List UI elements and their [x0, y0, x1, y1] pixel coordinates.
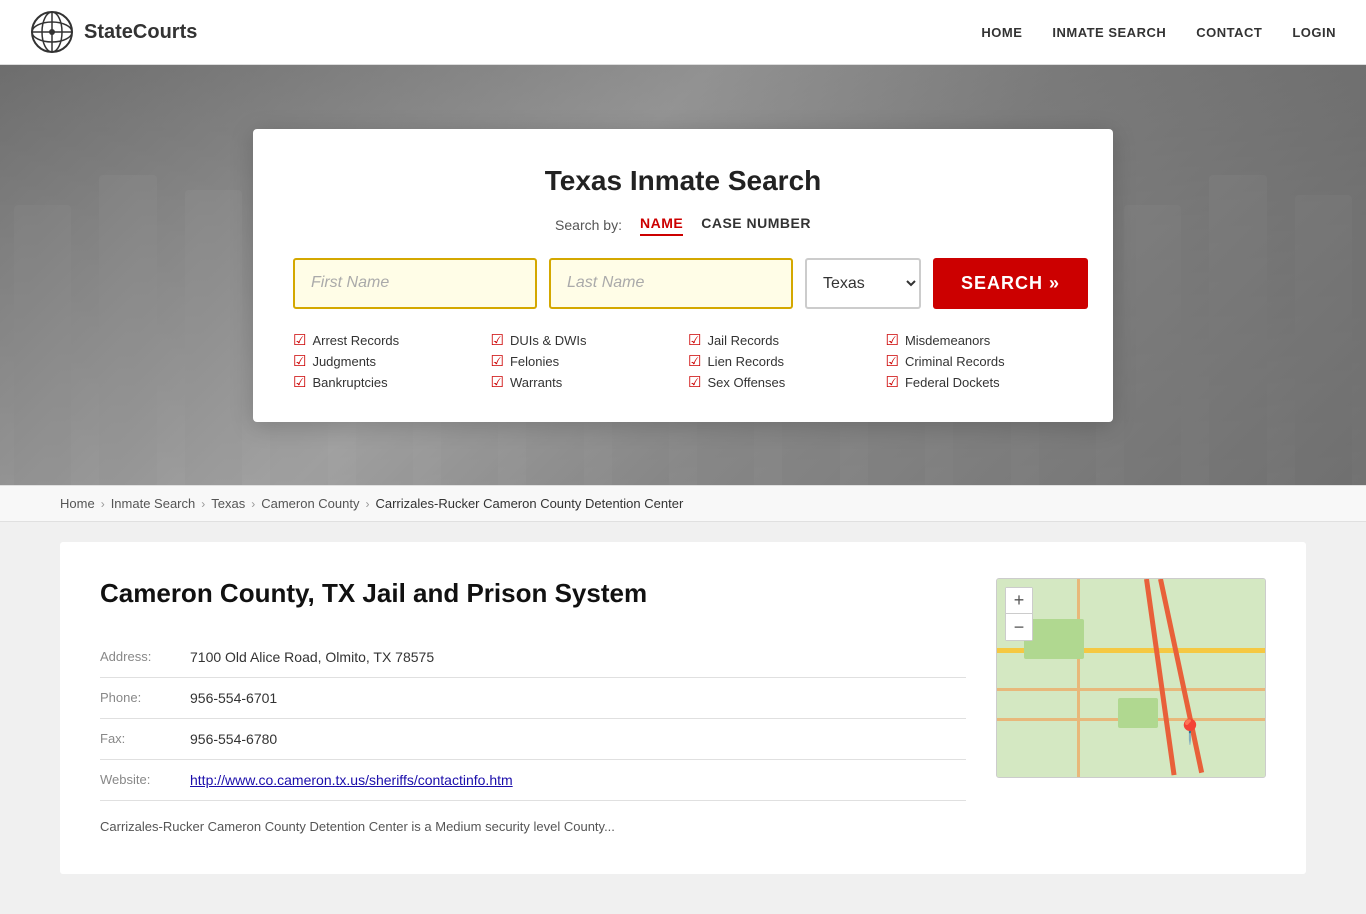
main-content: Cameron County, TX Jail and Prison Syste…	[0, 542, 1366, 914]
breadcrumb: Home › Inmate Search › Texas › Cameron C…	[0, 485, 1366, 522]
logo-area: StateCourts	[30, 10, 197, 54]
website-value: http://www.co.cameron.tx.us/sheriffs/con…	[190, 760, 966, 801]
checkmark-icon: ☑	[688, 333, 701, 348]
checkmark-icon: ☑	[886, 333, 899, 348]
checkmark-icon: ☑	[491, 375, 504, 390]
check-label: Criminal Records	[905, 354, 1005, 369]
checkmark-icon: ☑	[293, 354, 306, 369]
check-label: Felonies	[510, 354, 559, 369]
checkmark-icon: ☑	[491, 354, 504, 369]
breadcrumb-texas[interactable]: Texas	[211, 496, 245, 511]
facility-description: Carrizales-Rucker Cameron County Detenti…	[100, 817, 966, 838]
breadcrumb-sep-3: ›	[251, 497, 255, 511]
check-item: ☑ Sex Offenses	[688, 375, 876, 390]
check-item: ☑ Criminal Records	[886, 354, 1074, 369]
checkmark-icon: ☑	[688, 375, 701, 390]
site-logo-text: StateCourts	[84, 21, 197, 44]
check-item: ☑ Lien Records	[688, 354, 876, 369]
website-row: Website: http://www.co.cameron.tx.us/she…	[100, 760, 966, 801]
phone-row: Phone: 956-554-6701	[100, 678, 966, 719]
tab-name[interactable]: NAME	[640, 215, 683, 236]
check-label: Jail Records	[707, 333, 779, 348]
address-label: Address:	[100, 637, 190, 678]
check-item: ☑ Misdemeanors	[886, 333, 1074, 348]
fax-label: Fax:	[100, 719, 190, 760]
phone-label: Phone:	[100, 678, 190, 719]
check-item: ☑ Federal Dockets	[886, 375, 1074, 390]
checkmark-icon: ☑	[688, 354, 701, 369]
check-label: Judgments	[312, 354, 376, 369]
state-select[interactable]: Texas Alabama Alaska Arizona Arkansas Ca…	[805, 258, 921, 309]
breadcrumb-sep-2: ›	[201, 497, 205, 511]
check-label: Misdemeanors	[905, 333, 990, 348]
address-row: Address: 7100 Old Alice Road, Olmito, TX…	[100, 637, 966, 678]
checks-grid: ☑ Arrest Records ☑ DUIs & DWIs ☑ Jail Records…	[293, 333, 1073, 390]
map-pin: 📍	[1175, 718, 1205, 747]
logo-icon	[30, 10, 74, 54]
fax-value: 956-554-6780	[190, 719, 966, 760]
check-label: Bankruptcies	[312, 375, 387, 390]
checkmark-icon: ☑	[293, 375, 306, 390]
checkmark-icon: ☑	[886, 354, 899, 369]
map-controls: + −	[1005, 587, 1033, 641]
checkmark-icon: ☑	[293, 333, 306, 348]
check-item: ☑ Jail Records	[688, 333, 876, 348]
nav-contact[interactable]: CONTACT	[1196, 25, 1262, 40]
map-container: + − 📍	[996, 578, 1266, 778]
check-item: ☑ Bankruptcies	[293, 375, 481, 390]
check-item: ☑ DUIs & DWIs	[491, 333, 679, 348]
breadcrumb-home[interactable]: Home	[60, 496, 95, 511]
content-card: Cameron County, TX Jail and Prison Syste…	[60, 542, 1306, 874]
search-inputs-row: Texas Alabama Alaska Arizona Arkansas Ca…	[293, 258, 1073, 309]
search-modal: Texas Inmate Search Search by: NAME CASE…	[253, 129, 1113, 422]
search-button[interactable]: SEARCH »	[933, 258, 1088, 309]
breadcrumb-sep-1: ›	[101, 497, 105, 511]
check-label: Lien Records	[707, 354, 784, 369]
hero-section: COURTHOUSE Texas Inmate Search Search by…	[0, 65, 1366, 485]
content-right: + − 📍	[996, 578, 1266, 838]
main-nav: HOME INMATE SEARCH CONTACT LOGIN	[981, 25, 1336, 40]
check-label: DUIs & DWIs	[510, 333, 587, 348]
search-title: Texas Inmate Search	[293, 165, 1073, 197]
website-label: Website:	[100, 760, 190, 801]
fax-row: Fax: 956-554-6780	[100, 719, 966, 760]
nav-login[interactable]: LOGIN	[1292, 25, 1336, 40]
check-label: Sex Offenses	[707, 375, 785, 390]
check-item: ☑ Judgments	[293, 354, 481, 369]
breadcrumb-inmate-search[interactable]: Inmate Search	[111, 496, 196, 511]
address-value: 7100 Old Alice Road, Olmito, TX 78575	[190, 637, 966, 678]
nav-home[interactable]: HOME	[981, 25, 1022, 40]
check-item: ☑ Warrants	[491, 375, 679, 390]
checkmark-icon: ☑	[491, 333, 504, 348]
search-by-row: Search by: NAME CASE NUMBER	[293, 215, 1073, 236]
checkmark-icon: ☑	[886, 375, 899, 390]
breadcrumb-current: Carrizales-Rucker Cameron County Detenti…	[375, 496, 683, 511]
info-table: Address: 7100 Old Alice Road, Olmito, TX…	[100, 637, 966, 801]
map-zoom-in[interactable]: +	[1006, 588, 1032, 614]
check-label: Arrest Records	[312, 333, 399, 348]
content-left: Cameron County, TX Jail and Prison Syste…	[100, 578, 966, 838]
map-zoom-out[interactable]: −	[1006, 614, 1032, 640]
tab-case-number[interactable]: CASE NUMBER	[701, 215, 811, 236]
breadcrumb-sep-4: ›	[365, 497, 369, 511]
nav-inmate-search[interactable]: INMATE SEARCH	[1052, 25, 1166, 40]
first-name-input[interactable]	[293, 258, 537, 309]
search-by-label: Search by:	[555, 217, 622, 233]
check-label: Warrants	[510, 375, 562, 390]
check-item: ☑ Felonies	[491, 354, 679, 369]
website-link[interactable]: http://www.co.cameron.tx.us/sheriffs/con…	[190, 772, 513, 788]
facility-title: Cameron County, TX Jail and Prison Syste…	[100, 578, 966, 609]
phone-value: 956-554-6701	[190, 678, 966, 719]
breadcrumb-cameron-county[interactable]: Cameron County	[261, 496, 359, 511]
last-name-input[interactable]	[549, 258, 793, 309]
header: StateCourts HOME INMATE SEARCH CONTACT L…	[0, 0, 1366, 65]
check-item: ☑ Arrest Records	[293, 333, 481, 348]
check-label: Federal Dockets	[905, 375, 1000, 390]
